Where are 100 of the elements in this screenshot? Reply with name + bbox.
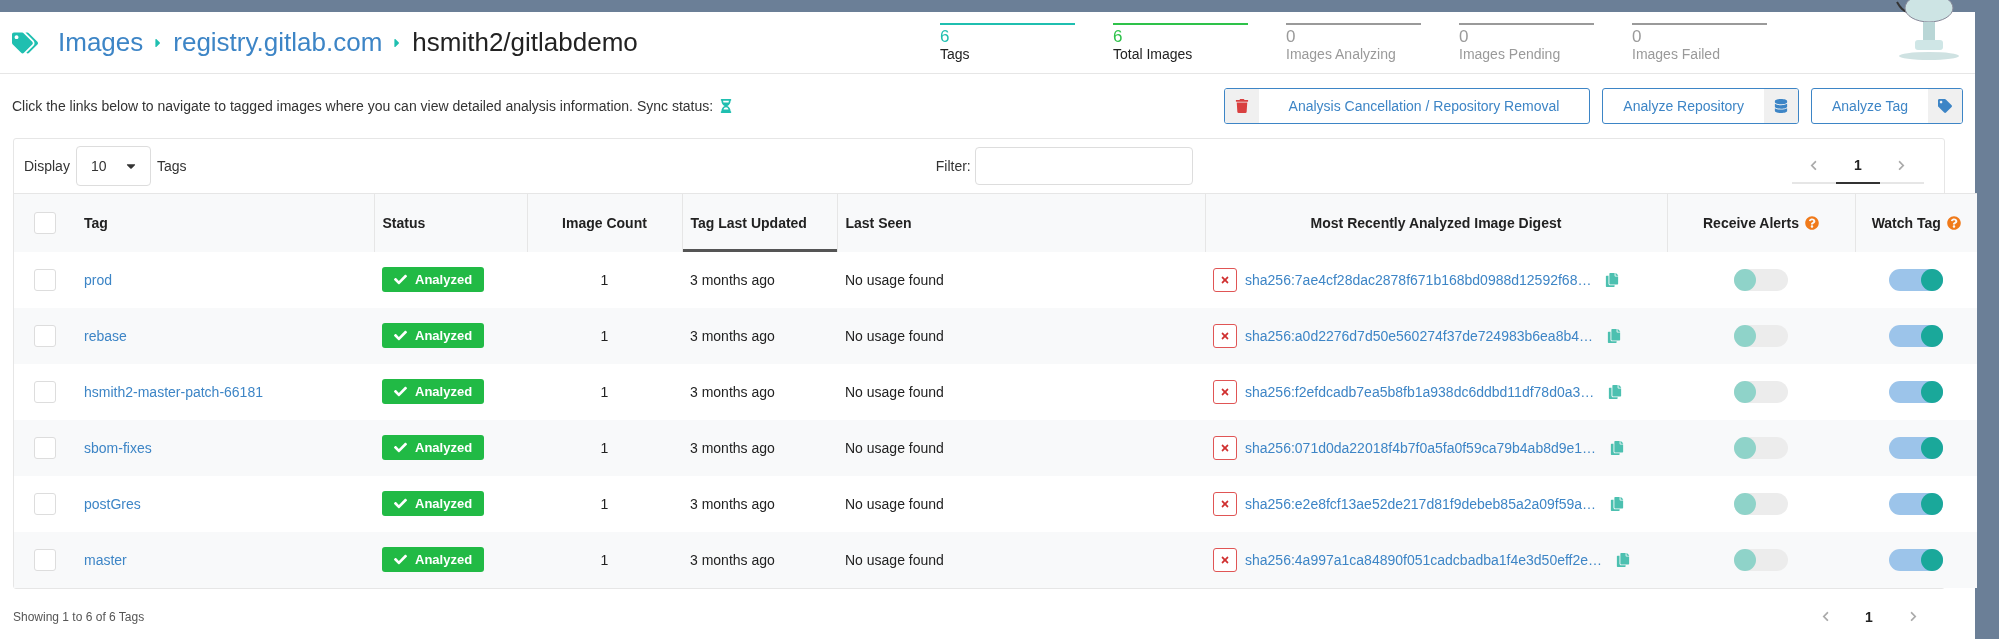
- page-button[interactable]: 1: [1836, 148, 1880, 184]
- action-button[interactable]: Analyze Repository: [1602, 88, 1799, 124]
- digest-link[interactable]: sha256:071d0da22018f4b7f0a5fa0f59ca79b4ab8d9e1…: [1245, 439, 1597, 456]
- image-count: 1: [600, 327, 609, 344]
- row-checkbox[interactable]: [34, 324, 56, 347]
- last-seen-text: No usage found: [845, 383, 944, 400]
- trash-icon: [1234, 99, 1249, 113]
- tag-icon: [1938, 99, 1952, 113]
- alerts-toggle[interactable]: [1734, 436, 1788, 459]
- check-icon: [394, 441, 407, 454]
- copy-icon[interactable]: [1605, 272, 1620, 287]
- watch-toggle[interactable]: [1889, 268, 1943, 291]
- column-header[interactable]: Most Recently Analyzed Image Digest: [1205, 193, 1667, 252]
- remove-button[interactable]: [1213, 267, 1237, 292]
- filter-input[interactable]: [974, 147, 1193, 185]
- remove-button[interactable]: [1213, 435, 1237, 460]
- page-size-select[interactable]: 10: [75, 146, 151, 186]
- check-icon: [394, 329, 407, 342]
- column-header[interactable]: Status: [374, 193, 527, 252]
- database-icon: [1774, 99, 1788, 113]
- digest-link[interactable]: sha256:f2efdcadb7ea5b8fb1a938dc6ddbd11df78d0a3…: [1245, 383, 1595, 400]
- updated-text: 3 months ago: [690, 327, 775, 344]
- tag-link[interactable]: hsmith2-master-patch-66181: [84, 383, 263, 400]
- watch-toggle[interactable]: [1889, 436, 1943, 459]
- stat-label: Images Analyzing: [1286, 45, 1397, 63]
- copy-icon[interactable]: [1607, 328, 1621, 343]
- image-count: 1: [600, 271, 609, 288]
- page-button[interactable]: 1: [1847, 599, 1891, 636]
- column-header[interactable]: Receive Alerts: [1667, 193, 1855, 252]
- row-checkbox[interactable]: [34, 492, 56, 515]
- row-checkbox[interactable]: [34, 436, 56, 459]
- watch-toggle[interactable]: [1889, 548, 1943, 571]
- status-badge: Analyzed: [382, 547, 485, 572]
- close-icon: [1220, 442, 1230, 453]
- updated-text: 3 months ago: [690, 383, 775, 400]
- watch-toggle[interactable]: [1889, 380, 1943, 403]
- updated-text: 3 months ago: [690, 271, 775, 288]
- tag-link[interactable]: prod: [84, 271, 113, 288]
- last-seen-text: No usage found: [845, 495, 944, 512]
- tag-link[interactable]: rebase: [84, 327, 127, 344]
- status-badge: Analyzed: [382, 323, 485, 348]
- status-badge: Analyzed: [382, 267, 485, 292]
- watch-toggle[interactable]: [1889, 492, 1943, 515]
- column-header[interactable]: Tag Last Updated: [682, 193, 837, 252]
- breadcrumb-link[interactable]: registry.gitlab.com: [173, 27, 383, 58]
- check-icon: [394, 385, 407, 398]
- row-checkbox[interactable]: [34, 268, 56, 291]
- remove-button[interactable]: [1213, 323, 1237, 348]
- row-checkbox[interactable]: [34, 548, 56, 571]
- copy-icon[interactable]: [1616, 552, 1631, 567]
- alerts-toggle[interactable]: [1734, 324, 1788, 347]
- action-button[interactable]: Analyze Tag: [1811, 88, 1963, 124]
- tag-link[interactable]: sbom-fixes: [84, 439, 152, 456]
- alerts-toggle[interactable]: [1734, 380, 1788, 403]
- display-label: Display: [24, 158, 70, 174]
- copy-icon[interactable]: [1610, 496, 1625, 511]
- digest-link[interactable]: sha256:a0d2276d7d50e560274f37de724983b6ea8b4…: [1245, 327, 1593, 344]
- last-seen-text: No usage found: [845, 327, 944, 344]
- check-icon: [394, 553, 407, 566]
- stat-value: 0: [1286, 26, 1297, 46]
- last-seen-text: No usage found: [845, 551, 944, 568]
- alerts-toggle[interactable]: [1734, 268, 1788, 291]
- copy-icon[interactable]: [1608, 384, 1623, 399]
- remove-button[interactable]: [1213, 491, 1237, 516]
- stat-label: Images Pending: [1459, 45, 1562, 63]
- stat-label: Tags: [940, 45, 971, 63]
- check-icon: [394, 497, 407, 510]
- image-count: 1: [600, 551, 609, 568]
- close-icon: [1220, 330, 1230, 341]
- alerts-toggle[interactable]: [1734, 548, 1788, 571]
- info-text: Click the links below to navigate to tagged images where you can view detailed analysis information. Sync status:: [12, 98, 714, 114]
- check-icon: [394, 273, 407, 286]
- watch-toggle[interactable]: [1889, 324, 1943, 347]
- image-count: 1: [600, 495, 609, 512]
- column-header[interactable]: Last Seen: [837, 193, 1205, 252]
- digest-link[interactable]: sha256:e2e8fcf13ae52de217d81f9debeb85a2a09f59a…: [1245, 495, 1597, 512]
- stat-label: Total Images: [1113, 45, 1194, 63]
- hourglass-icon: [719, 99, 734, 113]
- last-seen-text: No usage found: [845, 439, 944, 456]
- breadcrumb-link[interactable]: Images: [58, 27, 144, 58]
- status-badge: Analyzed: [382, 379, 485, 404]
- column-header[interactable]: Watch Tag: [1855, 193, 1977, 252]
- last-seen-text: No usage found: [845, 271, 944, 288]
- select-all-checkbox[interactable]: [34, 211, 56, 234]
- column-header[interactable]: Tag: [76, 193, 374, 252]
- row-checkbox[interactable]: [34, 380, 56, 403]
- remove-button[interactable]: [1213, 379, 1237, 404]
- digest-link[interactable]: sha256:4a997a1ca84890f051cadcbadba1f4e3d50eff2e…: [1245, 551, 1603, 568]
- image-count: 1: [600, 439, 609, 456]
- stat-value: 6: [1113, 26, 1124, 46]
- digest-link[interactable]: sha256:7ae4cf28dac2878f671b168bd0988d12592f68…: [1245, 271, 1592, 288]
- column-header[interactable]: Image Count: [527, 193, 682, 252]
- tag-link[interactable]: master: [84, 551, 127, 568]
- copy-icon[interactable]: [1610, 440, 1625, 455]
- tag-link[interactable]: postGres: [84, 495, 141, 512]
- remove-button[interactable]: [1213, 547, 1237, 572]
- action-button[interactable]: Analysis Cancellation / Repository Removal: [1223, 88, 1591, 124]
- alerts-toggle[interactable]: [1734, 492, 1788, 515]
- stat-value: 0: [1459, 26, 1470, 46]
- stat-label: Images Failed: [1632, 45, 1721, 63]
